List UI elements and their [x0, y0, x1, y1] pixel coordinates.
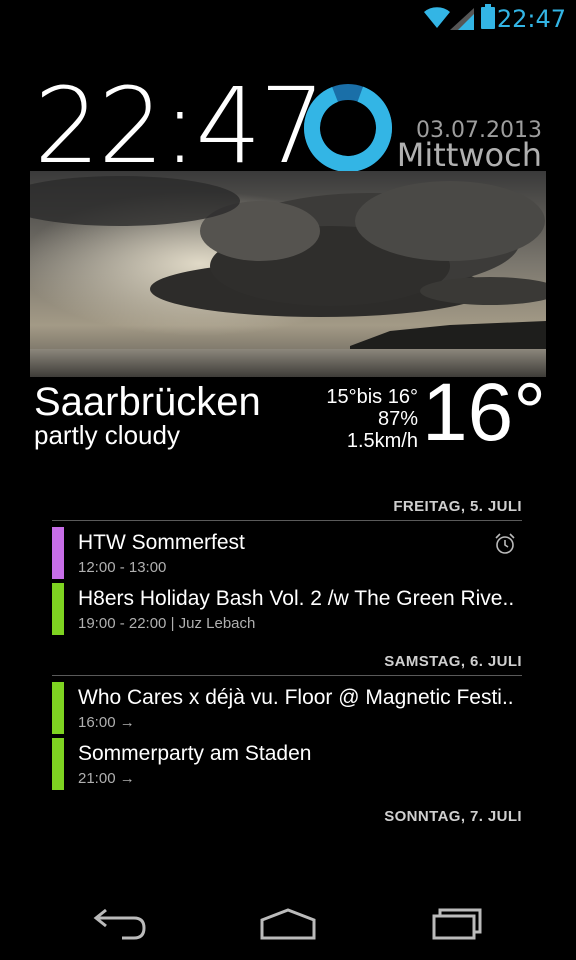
weather-city: Saarbrücken [34, 380, 261, 424]
event-time: 19:00 - 22:00 | Juz Lebach [78, 615, 256, 632]
event-time: 12:00 - 13:00 [78, 559, 167, 576]
weather-humidity: 87% [377, 408, 418, 430]
battery-icon [481, 4, 495, 29]
event-title: Who Cares x déjà vu. Floor @ Magnetic Fe… [78, 686, 514, 709]
agenda-event[interactable]: Who Cares x déjà vu. Floor @ Magnetic Fe… [52, 682, 522, 734]
weekday-label: Mittwoch [396, 136, 542, 174]
event-title: Sommerparty am Staden [78, 742, 312, 765]
wifi-icon [424, 7, 450, 28]
agenda-list: FREITAG, 5. JULI HTW Sommerfest 12:00 - … [52, 498, 522, 830]
alarm-icon [495, 533, 515, 554]
day-header: FREITAG, 5. JULI [52, 498, 522, 521]
event-title: HTW Sommerfest [78, 531, 245, 554]
agenda-day: SAMSTAG, 6. JULI Who Cares x déjà vu. Fl… [52, 653, 522, 790]
navigation-bar [0, 880, 576, 960]
event-title: H8ers Holiday Bash Vol. 2 /w The Green R… [78, 587, 515, 610]
agenda-event[interactable]: Sommerparty am Staden 21:00 → [52, 738, 522, 790]
weather-condition: partly cloudy [34, 420, 180, 450]
agenda-day: FREITAG, 5. JULI HTW Sommerfest 12:00 - … [52, 498, 522, 635]
clock-time[interactable]: 22:47 [34, 74, 326, 178]
battery-ring-icon [304, 84, 392, 172]
signal-icon [450, 8, 474, 30]
home-icon[interactable] [258, 902, 318, 942]
agenda-day: SONNTAG, 7. JULI [52, 808, 522, 830]
event-time: 16:00 → [78, 714, 135, 731]
event-time: 21:00 → [78, 770, 135, 787]
weather-temperature: 16° [421, 367, 546, 458]
status-bar: 22:47 [0, 0, 576, 38]
day-header: SAMSTAG, 6. JULI [52, 653, 522, 676]
agenda-event[interactable]: HTW Sommerfest 12:00 - 13:00 [52, 527, 522, 579]
weather-wind: 1.5km/h [346, 430, 418, 452]
status-time: 22:47 [496, 5, 566, 33]
weather-photo[interactable] [30, 171, 546, 377]
day-header: SONNTAG, 7. JULI [384, 808, 522, 825]
event-color-bar [52, 583, 64, 635]
weather-details: 15°bis 16° 87% 1.5km/h [326, 386, 418, 452]
recents-icon[interactable] [430, 902, 486, 942]
back-icon[interactable] [92, 902, 148, 942]
agenda-event[interactable]: H8ers Holiday Bash Vol. 2 /w The Green R… [52, 583, 522, 635]
weather-range: 15°bis 16° [326, 386, 418, 408]
event-color-bar [52, 527, 64, 579]
event-color-bar [52, 738, 64, 790]
event-color-bar [52, 682, 64, 734]
